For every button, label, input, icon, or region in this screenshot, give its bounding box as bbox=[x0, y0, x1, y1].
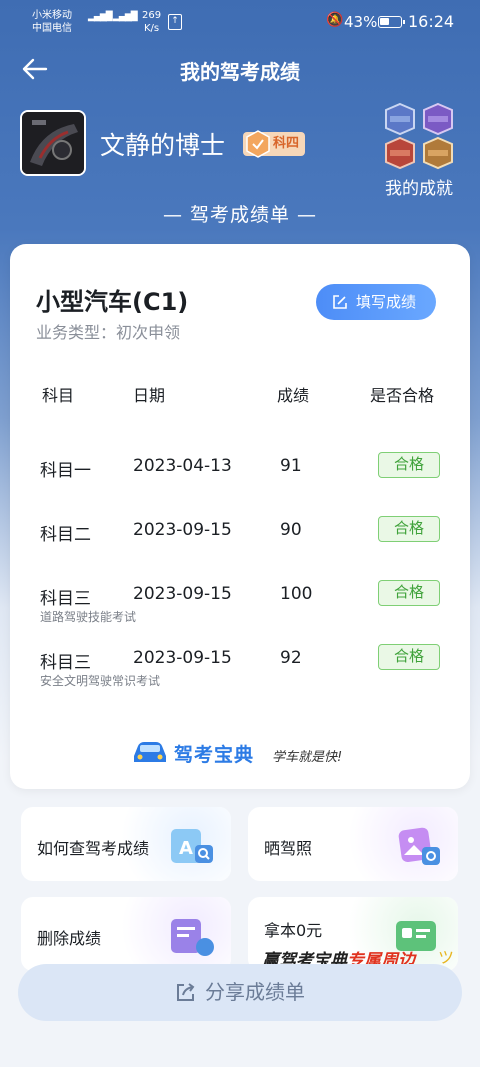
vehicle-type: 小型汽车(C1) bbox=[36, 288, 189, 316]
upload-icon: ↑ bbox=[168, 14, 182, 30]
pass-badge: 合格 bbox=[378, 644, 440, 670]
username: 文静的博士 bbox=[100, 131, 226, 160]
subject-cell: 科目三 bbox=[40, 653, 91, 673]
brand-name: 驾考宝典 bbox=[174, 744, 255, 766]
report-title: — 驾考成绩单 — bbox=[162, 204, 318, 226]
pass-badge: 合格 bbox=[378, 452, 440, 478]
column-header-score: 成绩 bbox=[277, 386, 310, 405]
tile-label: 晒驾照 bbox=[264, 839, 313, 858]
score-cell: 100 bbox=[280, 584, 313, 604]
score-cell: 90 bbox=[280, 520, 302, 540]
subject-cell: 科目一 bbox=[40, 461, 91, 481]
brand-logo: 驾考宝典 学车就是快! bbox=[130, 732, 370, 772]
clock: 16:24 bbox=[408, 12, 455, 31]
tile-label: 删除成绩 bbox=[37, 929, 102, 948]
score-card: 小型汽车(C1) 业务类型：初次申领 填写成绩 科目 日期 成绩 是否合格 科目… bbox=[10, 244, 470, 789]
share-button[interactable]: 分享成绩单 bbox=[18, 964, 462, 1021]
achievements-link[interactable]: 我的成就 bbox=[372, 174, 466, 199]
business-type: 业务类型：初次申领 bbox=[36, 323, 181, 342]
avatar[interactable] bbox=[20, 110, 86, 176]
medal-icon bbox=[423, 102, 453, 136]
carrier-1: 小米移动 bbox=[32, 10, 72, 21]
medal-icon bbox=[385, 102, 415, 136]
fill-score-button[interactable]: 填写成绩 bbox=[316, 284, 436, 320]
page-title: 我的驾考成绩 bbox=[180, 60, 300, 84]
subject-note: 安全文明驾驶常识考试 bbox=[40, 674, 161, 688]
car-logo-icon bbox=[134, 742, 166, 762]
svg-text:A: A bbox=[179, 838, 193, 859]
column-header-date: 日期 bbox=[133, 386, 166, 405]
delete-scores-tile[interactable]: 删除成绩 bbox=[21, 897, 231, 971]
show-license-tile[interactable]: 晒驾照 bbox=[248, 807, 458, 881]
how-to-check-tile[interactable]: 如何查驾考成绩 A bbox=[21, 807, 231, 881]
avatar-image bbox=[22, 112, 84, 174]
net-speed: 269 K/s bbox=[142, 10, 162, 34]
score-cell: 91 bbox=[280, 456, 302, 476]
column-header-pass: 是否合格 bbox=[370, 386, 435, 405]
edit-icon bbox=[333, 295, 347, 309]
status-bar: 小米移动 中国电信 ▂▄▆█ ▂▄▆█ 269 K/s ↑ 🔕 43% 16:2… bbox=[0, 0, 480, 44]
medal-icon bbox=[385, 136, 415, 170]
column-header-subject: 科目 bbox=[42, 386, 75, 405]
date-cell: 2023-09-15 bbox=[133, 648, 232, 668]
signal-icon: ▂▄▆█ bbox=[113, 12, 138, 22]
tile-label: 如何查驾考成绩 bbox=[37, 839, 150, 858]
share-icon bbox=[177, 982, 195, 1001]
pass-badge: 合格 bbox=[378, 516, 440, 542]
tile-label: 拿本0元 bbox=[264, 921, 323, 940]
medal-icon bbox=[423, 136, 453, 170]
table-row: 科目三 2023-09-15 100 合格 道路驾驶技能考试 bbox=[10, 580, 470, 644]
battery-percent: 43% bbox=[344, 13, 378, 31]
table-row: 科目二 2023-09-15 90 合格 bbox=[10, 516, 470, 580]
subject-cell: 科目三 bbox=[40, 589, 91, 609]
delete-document-icon bbox=[171, 919, 214, 956]
score-cell: 92 bbox=[280, 648, 302, 668]
brand-slogan: 学车就是快! bbox=[272, 750, 343, 765]
subject-cell: 科目二 bbox=[40, 525, 91, 545]
battery-icon bbox=[378, 16, 405, 28]
date-cell: 2023-04-13 bbox=[133, 456, 232, 476]
table-row: 科目三 2023-09-15 92 合格 安全文明驾驶常识考试 bbox=[10, 644, 470, 708]
signal-icon: ▂▄▆█ bbox=[88, 12, 113, 22]
level-badge: 科四 bbox=[243, 130, 306, 158]
level-hex-icon bbox=[246, 130, 270, 158]
date-cell: 2023-09-15 bbox=[133, 520, 232, 540]
pass-badge: 合格 bbox=[378, 580, 440, 606]
date-cell: 2023-09-15 bbox=[133, 584, 232, 604]
photo-icon bbox=[398, 827, 440, 865]
search-document-icon: A bbox=[171, 829, 213, 863]
table-row: 科目一 2023-04-13 91 合格 bbox=[10, 452, 470, 516]
subject-note: 道路驾驶技能考试 bbox=[40, 610, 137, 624]
mute-icon: 🔕 bbox=[326, 12, 344, 28]
carrier-2: 中国电信 bbox=[32, 23, 72, 34]
carrier-info: 小米移动 中国电信 bbox=[32, 9, 72, 35]
achievement-medals[interactable] bbox=[384, 102, 456, 172]
